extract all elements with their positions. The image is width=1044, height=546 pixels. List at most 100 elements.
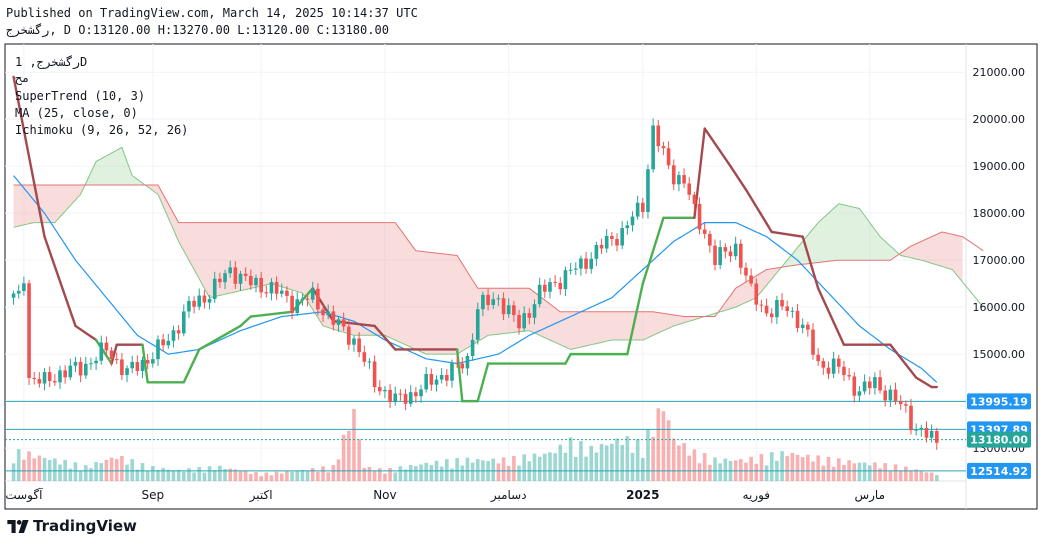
candle-body: [738, 243, 743, 268]
kumo-segment: [549, 304, 556, 343]
volume-bar: [243, 470, 248, 481]
candle-body: [723, 247, 728, 252]
candle-body: [176, 330, 181, 334]
kumo-segment: [467, 271, 473, 348]
legend-ichimoku[interactable]: Ichimoku (9, 26, 52, 26): [15, 123, 188, 137]
legend-supertrend[interactable]: SuperTrend (10, 3): [15, 89, 145, 103]
candle-body: [460, 363, 465, 369]
kumo-segment: [359, 222, 365, 336]
candle-body: [481, 294, 485, 310]
kumo-segment: [431, 252, 437, 355]
volume-bar: [465, 457, 470, 481]
candle-body: [202, 295, 207, 303]
volume-bar: [641, 458, 645, 481]
volume-bar: [460, 465, 465, 481]
volume-bar: [130, 459, 135, 481]
volume-bar: [331, 465, 336, 481]
kumo-segment: [658, 312, 664, 333]
candle-body: [331, 311, 336, 325]
volume-bar: [682, 443, 686, 481]
candle-body: [909, 405, 913, 431]
candle-body: [635, 202, 640, 217]
candle-body: [233, 267, 238, 284]
volume-bar: [568, 437, 573, 481]
kumo-segment: [343, 222, 349, 334]
candle-body: [212, 278, 217, 299]
candle-body: [780, 300, 784, 307]
price-tick-label: 17000.00: [973, 254, 1026, 267]
volume-bar: [316, 471, 320, 481]
kumo-segment: [586, 311, 592, 346]
volume-bar: [718, 463, 722, 481]
volume-bar: [646, 429, 650, 481]
candle-body: [728, 251, 733, 257]
supertrend-segment: [889, 343, 918, 379]
candle-body: [733, 243, 738, 257]
volume-bar: [181, 471, 186, 481]
candle-body: [682, 175, 686, 184]
candle-body: [465, 355, 470, 369]
candle-body: [140, 360, 145, 372]
supertrend-segment: [476, 362, 490, 403]
candle-body: [893, 389, 898, 401]
candle-body: [295, 299, 300, 314]
time-tick-label: Nov: [373, 488, 396, 502]
volume-bar: [506, 466, 511, 481]
volume-bar: [414, 466, 418, 481]
kumo-segment: [622, 311, 628, 341]
kumo-segment: [276, 222, 282, 287]
kumo-segment: [833, 203, 839, 261]
tradingview-brand[interactable]: TradingView: [7, 517, 137, 535]
kumo-segment: [302, 222, 308, 302]
candle-body: [192, 300, 196, 307]
volume-bar: [197, 467, 202, 481]
candle-body: [94, 360, 98, 364]
volume-bar: [831, 466, 836, 481]
kumo-segment: [606, 311, 612, 342]
candle-body: [847, 375, 851, 377]
kumo-segment: [740, 282, 746, 305]
kumo-segment: [390, 222, 396, 341]
volume-bar: [207, 466, 212, 481]
kumo-segment: [637, 311, 643, 341]
candle-body: [785, 306, 790, 311]
kumo-segment: [410, 243, 416, 350]
candle-body: [563, 270, 568, 290]
candle-body: [790, 310, 795, 312]
volume-bar: [898, 470, 903, 481]
time-tick-label: Sep: [142, 488, 165, 502]
kumo-segment: [653, 311, 659, 336]
kumo-segment: [395, 222, 401, 343]
candle-body: [610, 235, 614, 239]
tradingview-logo-icon: [7, 519, 29, 533]
candle-body: [156, 339, 160, 360]
price-chart[interactable]: 13000.0014000.0015000.0016000.0017000.00…: [0, 0, 1044, 546]
volume-bar: [826, 457, 831, 481]
candle-body: [759, 304, 764, 306]
kumo-segment: [921, 239, 927, 262]
kumo-segment: [18, 184, 24, 227]
candle-body: [383, 389, 387, 392]
candle-body: [836, 358, 841, 367]
candle-body: [579, 258, 583, 269]
kumo-segment: [101, 155, 107, 185]
candle-body: [842, 366, 846, 376]
volume-bar: [744, 462, 748, 481]
volume-bar: [424, 462, 428, 481]
candle-body: [522, 313, 526, 329]
volume-bar: [83, 465, 88, 481]
legend-symbol[interactable]: رگشخرج, 1D: [15, 55, 87, 69]
volume-bar: [671, 438, 676, 481]
volume-bar: [156, 469, 160, 481]
volume-bar: [192, 472, 196, 481]
candle-body: [496, 298, 501, 300]
candle-body: [27, 283, 31, 378]
volume-bar: [558, 444, 563, 481]
candle-body: [702, 229, 707, 234]
kumo-segment: [874, 229, 881, 261]
candle-body: [78, 361, 83, 376]
kumo-segment: [446, 254, 452, 355]
legend-ma[interactable]: MA (25, close, 0): [15, 106, 138, 120]
time-tick-label: آگوست: [5, 487, 43, 503]
volume-bar: [254, 472, 258, 481]
